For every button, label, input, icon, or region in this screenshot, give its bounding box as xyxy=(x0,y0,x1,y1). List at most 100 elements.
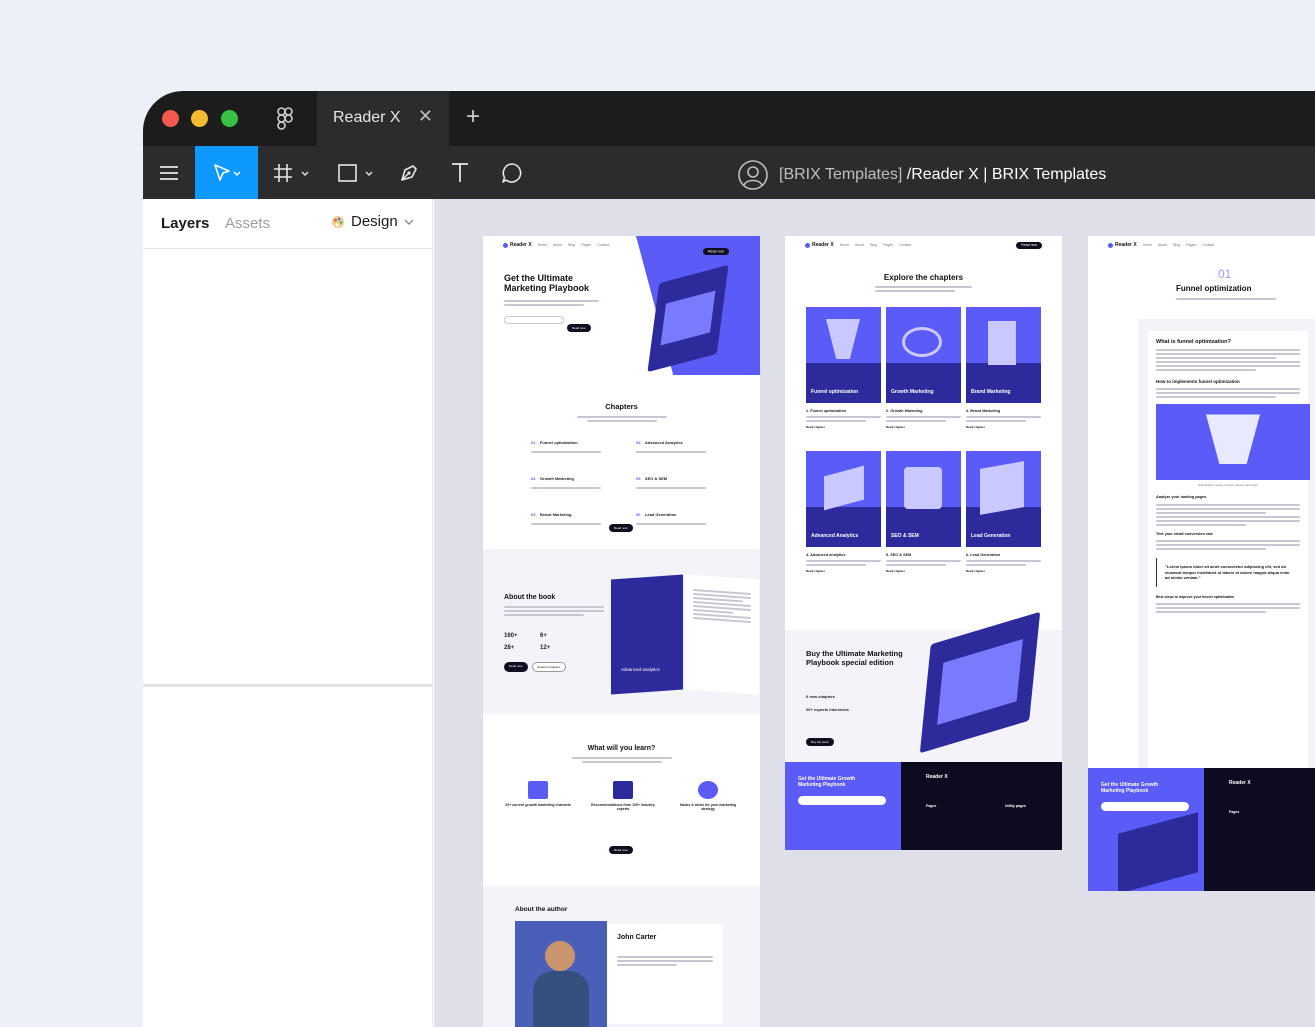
article-heading: Best steps to improve your funnel optimi… xyxy=(1156,594,1235,599)
chapters-nav-link: Contact xyxy=(899,243,912,247)
hero-nav-cta: Read now xyxy=(703,239,729,257)
title-bar: Reader X ✕ + xyxy=(143,91,1315,146)
article-nav-link: Pages xyxy=(1186,243,1197,247)
article-title: Funnel optimization xyxy=(1176,284,1252,293)
hero-read-now-button[interactable]: Read now xyxy=(567,316,591,334)
footer-email-input[interactable] xyxy=(798,796,886,805)
close-tab-icon[interactable]: ✕ xyxy=(418,107,433,125)
explore-chapters-button[interactable]: Explore chapters xyxy=(531,662,567,672)
document-name: /Reader X | BRIX Templates xyxy=(906,166,1107,183)
buy-book-button[interactable]: Buy the book xyxy=(806,730,834,748)
maximize-window-button[interactable] xyxy=(221,110,238,127)
tab-layers[interactable]: Layers xyxy=(161,215,209,232)
canvas[interactable]: Reader X Home About Blog Pages Contact R… xyxy=(434,199,1315,1027)
author-photo xyxy=(515,921,607,1027)
chapters-read-now-button[interactable]: Read now xyxy=(609,516,633,534)
palette-icon xyxy=(332,215,344,228)
figma-window: Reader X ✕ + [BRIX Templates] /Reader X … xyxy=(143,91,1315,1027)
about-book-title: About the book xyxy=(504,594,556,601)
learn-read-now-button[interactable]: Read now xyxy=(609,838,633,856)
chapters-logo: Reader X xyxy=(805,242,834,248)
article-heading: How to implements funnel optimization xyxy=(1156,379,1240,385)
chapters-nav-cta[interactable]: Read now xyxy=(1016,241,1042,249)
pen-icon xyxy=(401,164,417,181)
design-page-select[interactable]: Design xyxy=(331,213,414,230)
article-heading: Analyze your landing pages xyxy=(1156,495,1207,500)
chapters-cards: Funnel optimization 1. Funnel optimizati… xyxy=(806,307,1041,595)
hero-email-input[interactable] xyxy=(504,316,564,324)
minimize-window-button[interactable] xyxy=(191,110,208,127)
new-tab-icon[interactable]: + xyxy=(466,105,480,129)
article-heading: Test your email conversion rate xyxy=(1156,531,1213,536)
chapter-card[interactable]: Funnel optimization 1. Funnel optimizati… xyxy=(806,307,881,451)
article-nav-link: Home xyxy=(1142,243,1153,247)
article-page-frame[interactable]: Reader X Home About Blog Pages Contact 0… xyxy=(1088,236,1315,891)
author-section: About the author John Carter xyxy=(483,886,760,1027)
hamburger-icon xyxy=(160,165,178,180)
article-footer-col-pages: Pages xyxy=(1229,810,1240,814)
chapter-item[interactable]: 06 Lead Generation xyxy=(636,503,731,527)
chapter-item[interactable]: 02 Growth Marketing xyxy=(531,467,626,491)
text-tool-button[interactable] xyxy=(446,146,474,199)
pen-tool-button[interactable] xyxy=(393,146,425,199)
main-menu-button[interactable] xyxy=(143,146,195,199)
article-footer-cta-title: Get the Ultimate Growth Marketing Playbo… xyxy=(1101,782,1159,794)
chapter-card[interactable]: Advanced Analytics 4. Advanced analytics… xyxy=(806,451,881,595)
home-logo: Reader X xyxy=(503,242,532,248)
about-read-now-button[interactable]: Read now xyxy=(504,662,528,672)
document-title[interactable]: [BRIX Templates] /Reader X | BRIX Templa… xyxy=(737,159,1106,191)
shape-tool-button[interactable] xyxy=(328,146,383,199)
home-nav-link: About xyxy=(553,243,563,247)
article-nav-link: Contact xyxy=(1202,243,1215,247)
footer-logo: Reader X xyxy=(926,774,948,780)
home-page-frame[interactable]: Reader X Home About Blog Pages Contact R… xyxy=(483,236,760,1027)
comment-tool-button[interactable] xyxy=(497,146,527,199)
about-stats: 160+ 6+ 28+ 12+ xyxy=(504,633,576,651)
toolbar: [BRIX Templates] /Reader X | BRIX Templa… xyxy=(143,146,1315,199)
close-window-button[interactable] xyxy=(162,110,179,127)
chapters-section: Chapters 01 Funnel optimization 04 Advan… xyxy=(483,381,760,541)
design-label: Design xyxy=(351,213,398,230)
article-nav-link: About xyxy=(1158,243,1168,247)
chapter-card[interactable]: Growth Marketing 2. Growth Marketing Rea… xyxy=(886,307,961,451)
home-nav-link: Home xyxy=(537,243,548,247)
tab-assets[interactable]: Assets xyxy=(225,215,270,232)
learn-items: 20+ current growth marketing channels Re… xyxy=(503,781,743,811)
book-spread-image: Advanced analytics xyxy=(611,574,760,695)
explore-chapters-title: Explore the chapters xyxy=(883,273,964,282)
home-nav-link: Contact xyxy=(597,243,610,247)
panel-divider xyxy=(143,684,432,687)
chapters-nav-link: Home xyxy=(839,243,850,247)
chapter-item[interactable]: 04 Advanced Analytics xyxy=(636,431,731,455)
stat-value: 160+ xyxy=(504,633,518,639)
frame-tool-button[interactable] xyxy=(263,146,318,199)
home-nav-link: Blog xyxy=(568,243,576,247)
learn-section: What will you learn? 20+ current growth … xyxy=(483,731,760,861)
chapters-page-frame[interactable]: Reader X Home About Blog Pages Contact R… xyxy=(785,236,1062,850)
file-tab[interactable]: Reader X ✕ xyxy=(317,91,449,146)
author-section-title: About the author xyxy=(515,906,568,913)
footer-cta: Get the Ultimate Growth Marketing Playbo… xyxy=(785,762,901,850)
left-panel: Layers Assets Design xyxy=(143,199,433,1027)
hero-paragraph xyxy=(504,300,604,308)
figma-logo-icon[interactable] xyxy=(277,107,293,131)
chapters-nav: Reader X Home About Blog Pages Contact R… xyxy=(785,236,1062,254)
author-name: John Carter xyxy=(617,934,657,941)
chapter-card[interactable]: Lead Generation 6. Lead Generation Read … xyxy=(966,451,1041,595)
move-tool-button[interactable] xyxy=(195,146,258,199)
spread-label: Advanced analytics xyxy=(621,667,660,672)
chapters-nav-link: About xyxy=(855,243,865,247)
chapters-grid: 01 Funnel optimization 04 Advanced Analy… xyxy=(531,431,731,527)
chapter-card[interactable]: SEO & SEM 5. SEO & SEM Read chapter xyxy=(886,451,961,595)
learn-item: 20+ current growth marketing channels xyxy=(503,781,573,811)
chapter-card[interactable]: Brand Marketing 3. Brand Marketing Read … xyxy=(966,307,1041,451)
article-logo: Reader X xyxy=(1108,242,1137,248)
chapter-item[interactable]: 01 Funnel optimization xyxy=(531,431,626,455)
article-footer-email-input[interactable] xyxy=(1101,802,1189,811)
chapter-item[interactable]: 05 SEO & SEM xyxy=(636,467,731,491)
chapter-number: 01 xyxy=(1218,267,1232,281)
buy-section: Buy the Ultimate Marketing Playbook spec… xyxy=(785,611,1062,762)
article-funnel-image xyxy=(1156,404,1310,481)
about-book-section: About the book 160+ 6+ 28+ 12+ Read now … xyxy=(483,549,760,714)
article-nav-link: Blog xyxy=(1173,243,1181,247)
